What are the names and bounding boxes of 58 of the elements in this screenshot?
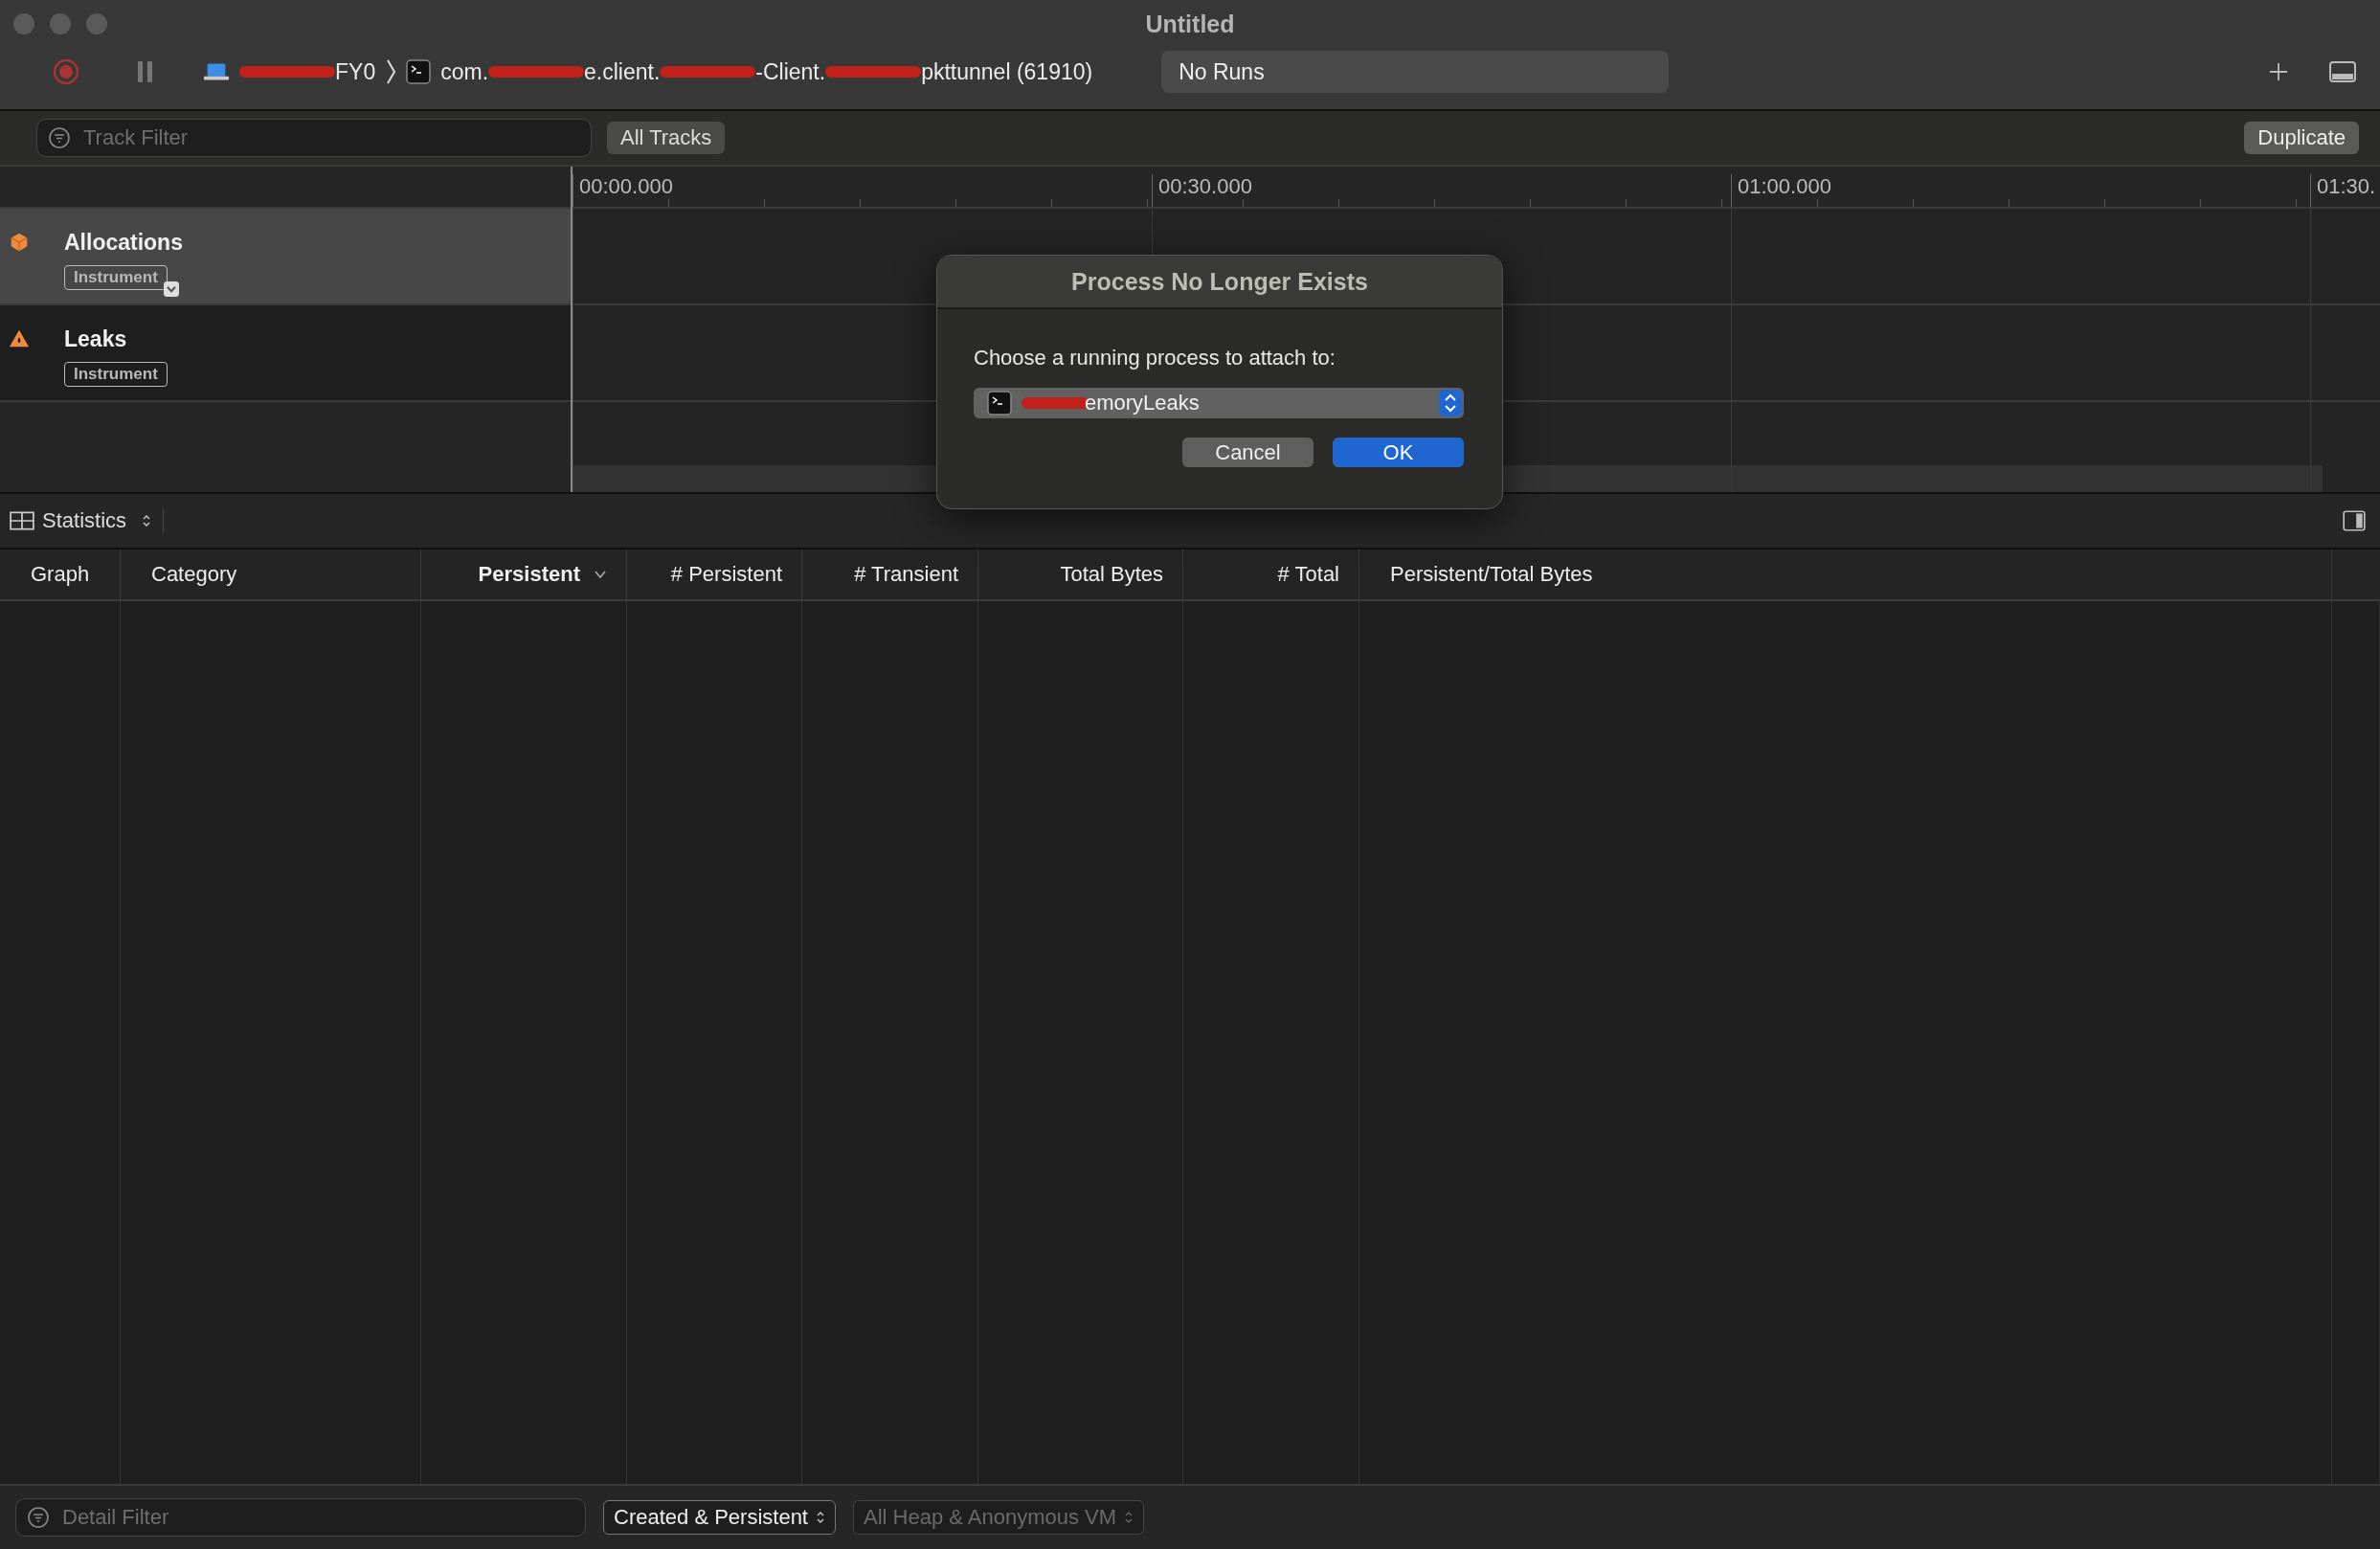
dialog-message: Choose a running process to attach to: [974,346,1336,370]
time-label: 01:30. [2310,174,2376,207]
record-button[interactable] [52,57,80,86]
stepper-icon [142,513,152,528]
window-title: Untitled [1145,10,1235,38]
track-name: Leaks [64,326,128,352]
warning-triangle-icon [9,328,30,349]
column-header[interactable]: # Transient [802,550,978,599]
terminal-icon [406,59,432,84]
filter-icon [27,1506,50,1529]
table-icon [10,511,34,530]
target-name[interactable]: -Client. [755,58,826,85]
target-name[interactable]: pkttunnel (61910) [921,58,1093,85]
laptop-icon [203,61,230,82]
stepper-icon [1124,1510,1134,1525]
ok-button[interactable]: OK [1333,438,1464,467]
inspector-toggle-icon[interactable] [2342,508,2367,533]
chevron-icon [385,57,397,86]
cube-icon [9,232,30,253]
close-window-button[interactable] [13,13,34,34]
panel-toggle-icon[interactable] [2328,60,2357,83]
filter-icon [48,126,71,149]
add-icon[interactable] [2267,60,2290,83]
pause-button[interactable] [136,59,155,84]
track-filter-field[interactable]: Track Filter [36,119,592,157]
column-header[interactable]: Graph [0,550,121,599]
all-tracks-button[interactable]: All Tracks [607,122,726,154]
column-header[interactable]: # Total [1183,550,1359,599]
time-label: 01:00.000 [1731,174,1831,207]
instrument-tag: Instrument [64,362,168,387]
target-name[interactable]: e.client. [584,58,661,85]
view-selector[interactable]: Statistics [10,508,165,533]
duplicate-button[interactable]: Duplicate [2244,122,2359,154]
process-dropdown[interactable]: emoryLeaks [974,388,1464,418]
target-name[interactable]: com. [440,58,489,85]
terminal-icon [987,391,1012,415]
time-label: 00:00.000 [573,174,673,207]
column-header[interactable]: Total Bytes [978,550,1183,599]
column-header[interactable]: # Persistent [627,550,802,599]
dialog-title: Process No Longer Exists [937,256,1502,309]
cancel-button[interactable]: Cancel [1182,438,1313,467]
column-header[interactable]: Persistent [421,550,627,599]
stepper-icon [1439,390,1462,416]
zoom-window-button[interactable] [86,13,107,34]
device-name[interactable]: FY0 [335,58,376,85]
mode-dropdown[interactable]: Created & Persistent [603,1500,836,1535]
detail-filter-field[interactable]: Detail Filter [15,1498,586,1537]
run-selector[interactable]: No Runs [1161,51,1670,93]
track-row[interactable]: Allocations Instrument [0,209,571,305]
minimize-window-button[interactable] [50,13,71,34]
dropdown-icon[interactable] [163,281,179,297]
track-name: Allocations [64,230,183,256]
column-header[interactable]: Category [121,550,421,599]
stepper-icon [816,1510,825,1525]
time-label: 00:30.000 [1152,174,1252,207]
column-header[interactable]: Persistent/Total Bytes [1359,550,2332,599]
sort-descending-icon [594,570,607,579]
track-row[interactable]: Leaks Instrument [0,305,571,402]
